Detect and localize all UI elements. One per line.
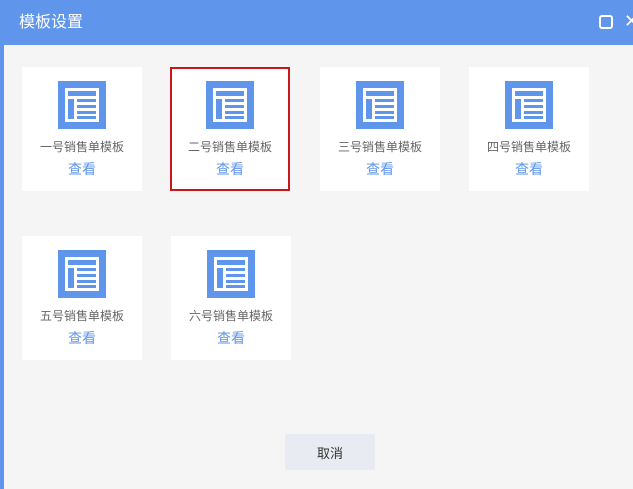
view-link[interactable]: 查看: [22, 161, 142, 179]
template-name: 五号销售单模板: [39, 309, 124, 323]
template-doc-icon: [58, 250, 106, 298]
template-doc-icon: [505, 81, 553, 129]
template-card-3[interactable]: 三号销售单模板 查看: [320, 67, 440, 191]
maximize-icon[interactable]: [599, 15, 613, 29]
template-name: 一号销售单模板: [39, 140, 124, 154]
view-link[interactable]: 查看: [170, 161, 290, 179]
template-name: 四号销售单模板: [486, 140, 571, 154]
template-name: 六号销售单模板: [188, 309, 273, 323]
template-doc-icon: [206, 81, 254, 129]
close-icon[interactable]: ✕: [624, 11, 633, 33]
view-link[interactable]: 查看: [171, 330, 291, 348]
cancel-button[interactable]: 取消: [285, 434, 375, 470]
template-card-5[interactable]: 五号销售单模板 查看: [22, 236, 142, 360]
view-link[interactable]: 查看: [22, 330, 142, 348]
template-card-2[interactable]: 二号销售单模板 查看: [170, 67, 290, 191]
template-settings-dialog: 模板设置 ✕ 一号销售单模板 查看 二号销售单模板 查看 三号销售单模板 查看 …: [0, 0, 633, 489]
template-card-4[interactable]: 四号销售单模板 查看: [469, 67, 589, 191]
template-doc-icon: [207, 250, 255, 298]
template-card-6[interactable]: 六号销售单模板 查看: [171, 236, 291, 360]
template-name: 三号销售单模板: [337, 140, 422, 154]
dialog-title-bar: 模板设置 ✕: [0, 0, 633, 45]
view-link[interactable]: 查看: [320, 161, 440, 179]
dialog-title: 模板设置: [19, 12, 84, 31]
template-card-1[interactable]: 一号销售单模板 查看: [22, 67, 142, 191]
template-doc-icon: [356, 81, 404, 129]
template-name: 二号销售单模板: [187, 140, 272, 154]
template-doc-icon: [58, 81, 106, 129]
view-link[interactable]: 查看: [469, 161, 589, 179]
